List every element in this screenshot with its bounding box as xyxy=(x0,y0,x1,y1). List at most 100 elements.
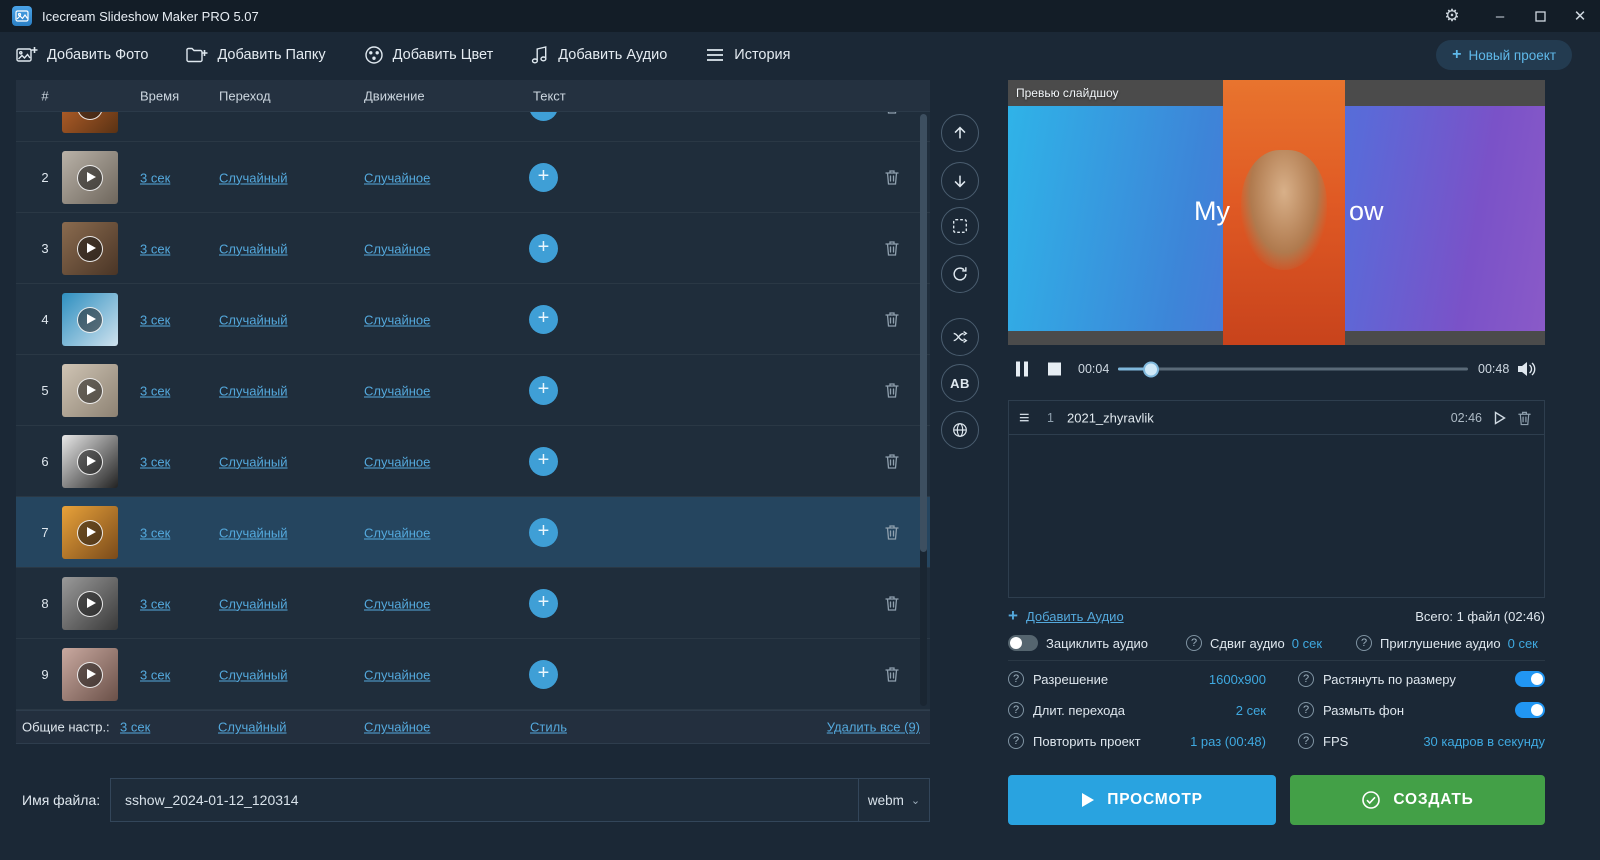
add-color-button[interactable]: Добавить Цвет xyxy=(364,45,493,65)
transition-link[interactable]: Случайный xyxy=(219,454,288,469)
table-row[interactable]: 6 3 сек Случайный Случайное + xyxy=(16,426,930,497)
audio-track-row[interactable]: ≡ 1 2021_zhyravlik 02:46 xyxy=(1009,401,1544,435)
help-icon[interactable]: ? xyxy=(1356,635,1373,651)
maximize-button[interactable] xyxy=(1520,0,1560,32)
audio-shift-value[interactable]: 0 сек xyxy=(1292,636,1322,651)
repeat-project-value[interactable]: 1 раз (00:48) xyxy=(1190,734,1266,749)
motion-link[interactable]: Случайное xyxy=(364,454,430,469)
trash-icon[interactable] xyxy=(884,239,900,257)
add-audio-button[interactable]: Добавить Аудио xyxy=(531,45,667,65)
global-transition-link[interactable]: Случайный xyxy=(218,720,287,735)
table-row[interactable]: 5 3 сек Случайный Случайное + xyxy=(16,355,930,426)
table-row[interactable]: 7 3 сек Случайный Случайное + xyxy=(16,497,930,568)
pause-button[interactable] xyxy=(1016,361,1028,377)
help-icon[interactable]: ? xyxy=(1008,733,1024,749)
frame-button[interactable] xyxy=(941,207,979,245)
trash-icon[interactable] xyxy=(884,523,900,541)
audio-play-icon[interactable] xyxy=(1494,410,1506,425)
history-button[interactable]: История xyxy=(705,47,791,63)
help-icon[interactable]: ? xyxy=(1298,671,1314,687)
slide-thumbnail[interactable] xyxy=(62,577,118,630)
add-text-button[interactable]: + xyxy=(529,112,558,121)
close-button[interactable]: ✕ xyxy=(1560,0,1600,32)
slide-thumbnail[interactable] xyxy=(62,222,118,275)
slide-thumbnail[interactable] xyxy=(62,648,118,701)
add-folder-button[interactable]: Добавить Папку xyxy=(186,46,326,64)
help-icon[interactable]: ? xyxy=(1008,702,1024,718)
audio-fade-value[interactable]: 0 сек xyxy=(1508,636,1538,651)
global-motion-link[interactable]: Случайное xyxy=(364,720,430,735)
move-up-button[interactable] xyxy=(941,114,979,152)
add-text-button[interactable]: + xyxy=(529,447,558,476)
seek-handle[interactable] xyxy=(1143,361,1159,377)
help-icon[interactable]: ? xyxy=(1298,733,1314,749)
duration-link[interactable]: 3 сек xyxy=(140,667,170,682)
duration-link[interactable]: 3 сек xyxy=(140,241,170,256)
transition-link[interactable]: Случайный xyxy=(219,170,288,185)
ab-transition-button[interactable]: AB xyxy=(941,364,979,402)
transition-link[interactable]: Случайный xyxy=(219,241,288,256)
transition-link[interactable]: Случайный xyxy=(219,312,288,327)
motion-link[interactable]: Случайное xyxy=(364,383,430,398)
add-text-button[interactable]: + xyxy=(529,234,558,263)
filename-input[interactable] xyxy=(110,778,858,822)
delete-all-link[interactable]: Удалить все (9) xyxy=(827,720,920,735)
add-text-button[interactable]: + xyxy=(529,376,558,405)
duration-link[interactable]: 3 сек xyxy=(140,383,170,398)
help-icon[interactable]: ? xyxy=(1186,635,1203,651)
add-text-button[interactable]: + xyxy=(529,518,558,547)
table-row[interactable]: 2 3 сек Случайный Случайное + xyxy=(16,142,930,213)
scrollbar-thumb[interactable] xyxy=(920,114,927,552)
drag-handle-icon[interactable]: ≡ xyxy=(1019,407,1030,428)
trash-icon[interactable] xyxy=(884,310,900,328)
add-audio-link[interactable]: Добавить Аудио xyxy=(1026,609,1124,624)
trash-icon[interactable] xyxy=(884,665,900,683)
preview-button[interactable]: ПРОСМОТР xyxy=(1008,775,1276,825)
motion-link[interactable]: Случайное xyxy=(364,170,430,185)
trash-icon[interactable] xyxy=(884,594,900,612)
motion-link[interactable]: Случайное xyxy=(364,241,430,256)
table-row[interactable]: + xyxy=(16,112,930,142)
format-select[interactable]: webm ⌄ xyxy=(858,778,930,822)
fps-value[interactable]: 30 кадров в секунду xyxy=(1423,734,1545,749)
slide-thumbnail[interactable] xyxy=(62,364,118,417)
motion-link[interactable]: Случайное xyxy=(364,596,430,611)
table-row[interactable]: 3 3 сек Случайный Случайное + xyxy=(16,213,930,284)
duration-link[interactable]: 3 сек xyxy=(140,596,170,611)
table-row[interactable]: 4 3 сек Случайный Случайное + xyxy=(16,284,930,355)
global-style-link[interactable]: Стиль xyxy=(530,720,567,735)
rotate-button[interactable] xyxy=(941,255,979,293)
slideshow-preview[interactable]: My ow Превью слайдшоу xyxy=(1008,80,1545,345)
add-text-button[interactable]: + xyxy=(529,660,558,689)
duration-link[interactable]: 3 сек xyxy=(140,525,170,540)
slide-thumbnail[interactable] xyxy=(62,435,118,488)
slide-thumbnail[interactable] xyxy=(62,112,118,133)
resolution-value[interactable]: 1600x900 xyxy=(1209,672,1266,687)
volume-icon[interactable] xyxy=(1516,361,1536,378)
table-row[interactable]: 9 3 сек Случайный Случайное + xyxy=(16,639,930,710)
duration-link[interactable]: 3 сек xyxy=(140,312,170,327)
table-row[interactable]: 8 3 сек Случайный Случайное + xyxy=(16,568,930,639)
motion-link[interactable]: Случайное xyxy=(364,312,430,327)
add-photo-button[interactable]: Добавить Фото xyxy=(16,45,148,65)
duration-link[interactable]: 3 сек xyxy=(140,170,170,185)
create-button[interactable]: СОЗДАТЬ xyxy=(1290,775,1545,825)
motion-link[interactable]: Случайное xyxy=(364,525,430,540)
minimize-button[interactable]: – xyxy=(1480,0,1520,32)
slide-thumbnail[interactable] xyxy=(62,506,118,559)
global-duration-link[interactable]: 3 сек xyxy=(120,720,150,735)
help-icon[interactable]: ? xyxy=(1008,671,1024,687)
new-project-button[interactable]: + Новый проект xyxy=(1436,40,1572,70)
transition-duration-value[interactable]: 2 сек xyxy=(1236,703,1266,718)
add-text-button[interactable]: + xyxy=(529,305,558,334)
transition-link[interactable]: Случайный xyxy=(219,383,288,398)
duration-link[interactable]: 3 сек xyxy=(140,454,170,469)
blur-background-toggle[interactable] xyxy=(1515,702,1545,718)
transition-link[interactable]: Случайный xyxy=(219,525,288,540)
trash-icon[interactable] xyxy=(884,381,900,399)
help-icon[interactable]: ? xyxy=(1298,702,1314,718)
stretch-toggle[interactable] xyxy=(1515,671,1545,687)
transition-link[interactable]: Случайный xyxy=(219,596,288,611)
move-down-button[interactable] xyxy=(941,162,979,200)
loop-audio-toggle[interactable] xyxy=(1008,635,1038,651)
